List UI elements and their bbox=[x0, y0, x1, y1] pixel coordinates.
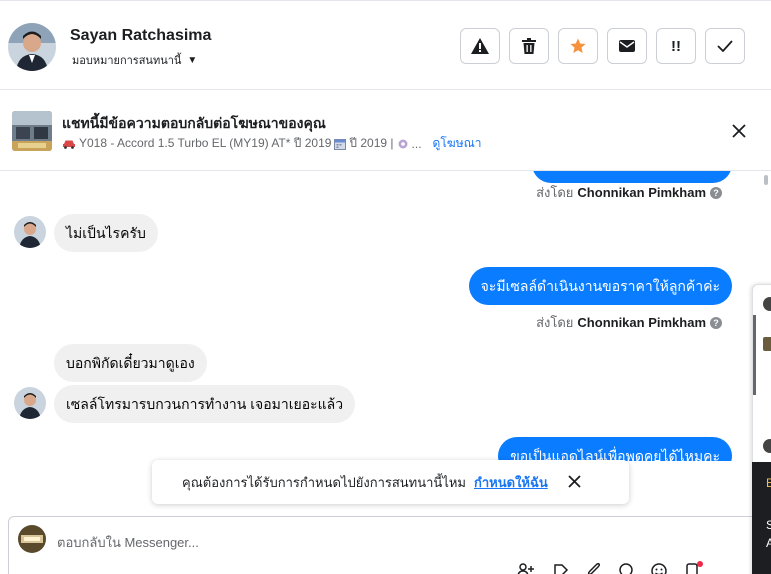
reply-composer[interactable]: ตอบกลับใน Messenger... bbox=[8, 516, 768, 574]
sent-by-label: ส่งโดย Chonnikan Pimkham ? bbox=[536, 312, 722, 333]
incoming-message[interactable]: ไม่เป็นไรครับ bbox=[54, 214, 158, 252]
info-icon[interactable]: ? bbox=[710, 316, 722, 329]
attachment-icon[interactable] bbox=[587, 562, 601, 574]
ad-listing-details: Y018 - Accord 1.5 Turbo EL (MY19) AT* ปี… bbox=[62, 134, 481, 153]
close-banner-button[interactable] bbox=[732, 121, 746, 144]
check-icon bbox=[717, 40, 733, 52]
sent-by-label: ส่งโดย Chonnikan Pimkham ? bbox=[536, 182, 722, 203]
car-icon bbox=[63, 140, 75, 149]
important-icon: !! bbox=[671, 37, 681, 55]
page-avatar bbox=[18, 525, 46, 553]
mark-unread-button[interactable] bbox=[607, 28, 647, 64]
side-letter: S bbox=[766, 518, 771, 532]
agent-name: Chonnikan Pimkham bbox=[577, 315, 706, 330]
dismiss-toast-button[interactable] bbox=[568, 472, 581, 493]
side-panel-footer: E S A bbox=[752, 462, 771, 574]
ad-ellipsis: ... bbox=[411, 136, 422, 151]
close-icon bbox=[732, 124, 746, 138]
outgoing-message[interactable]: จะมีเซลล์ดำเนินงานขอราคาให้ลูกค้าค่ะ bbox=[468, 267, 732, 305]
view-ad-link[interactable]: ดูโฆษณา bbox=[433, 134, 482, 153]
star-icon bbox=[570, 38, 586, 53]
customer-avatar-small bbox=[14, 387, 46, 419]
side-avatar bbox=[763, 439, 771, 453]
follow-up-button[interactable]: !! bbox=[656, 28, 696, 64]
emoji-icon[interactable] bbox=[651, 563, 667, 574]
side-letter: A bbox=[766, 536, 771, 550]
customer-avatar[interactable] bbox=[8, 23, 56, 71]
side-letter: E bbox=[766, 476, 771, 490]
star-button[interactable] bbox=[558, 28, 598, 64]
add-person-icon[interactable] bbox=[517, 563, 535, 574]
payment-icon[interactable] bbox=[685, 561, 703, 574]
incoming-message[interactable]: เซลล์โทรมารบกวนการทำงาน เจอมาเยอะแล้ว bbox=[54, 385, 356, 423]
ad-thumbnail[interactable] bbox=[12, 111, 52, 151]
composer-toolbar bbox=[517, 561, 703, 574]
conversation-actions: !! bbox=[460, 28, 745, 64]
side-avatar bbox=[763, 297, 771, 311]
side-scrollbar[interactable] bbox=[753, 315, 756, 395]
customer-name[interactable]: Sayan Ratchasima bbox=[70, 27, 211, 45]
trash-icon bbox=[522, 38, 536, 54]
chevron-down-icon: ▼ bbox=[187, 54, 198, 66]
message-thread[interactable]: ส่งโดย Chonnikan Pimkham ? ไม่เป็นไรครับ… bbox=[0, 171, 760, 461]
ad-reply-banner: แชทนี้มีข้อความตอบกลับต่อโฆษณาของคุณ Y01… bbox=[0, 91, 771, 171]
assign-to-me-link[interactable]: กำหนดให้ฉัน bbox=[474, 472, 548, 493]
conversation-header: Sayan Ratchasima มอบหมายการสนทนานี้ ▼ !! bbox=[0, 0, 771, 90]
assign-prompt-text: คุณต้องการได้รับการกำหนดไปยังการสนทนานี้… bbox=[182, 474, 466, 490]
warning-icon bbox=[471, 38, 489, 54]
assign-conversation-dropdown[interactable]: มอบหมายการสนทนานี้ ▼ bbox=[72, 51, 197, 69]
tag-icon[interactable] bbox=[553, 563, 569, 574]
ad-listing-text: Y018 - Accord 1.5 Turbo EL (MY19) AT* ปี… bbox=[79, 136, 332, 150]
customer-avatar-small bbox=[14, 216, 46, 248]
ad-banner-title: แชทนี้มีข้อความตอบกลับต่อโฆษณาของคุณ bbox=[62, 115, 326, 131]
close-icon bbox=[568, 474, 581, 488]
agent-name: Chonnikan Pimkham bbox=[577, 185, 706, 200]
chat-scrollbar[interactable] bbox=[764, 175, 768, 185]
info-icon[interactable]: ? bbox=[710, 186, 722, 199]
assign-prompt-toast: คุณต้องการได้รับการกำหนดไปยังการสนทนานี้… bbox=[152, 460, 629, 504]
delete-button[interactable] bbox=[509, 28, 549, 64]
mark-done-button[interactable] bbox=[705, 28, 745, 64]
inbox-conversation-view: Sayan Ratchasima มอบหมายการสนทนานี้ ▼ !! bbox=[0, 0, 771, 574]
envelope-icon bbox=[619, 40, 635, 52]
reply-input[interactable]: ตอบกลับใน Messenger... bbox=[57, 532, 199, 553]
gear-icon bbox=[398, 139, 408, 148]
report-button[interactable] bbox=[460, 28, 500, 64]
calendar-icon bbox=[334, 138, 347, 150]
side-avatar bbox=[763, 337, 771, 351]
saved-reply-icon[interactable] bbox=[619, 563, 633, 574]
assign-label: มอบหมายการสนทนานี้ bbox=[72, 55, 182, 67]
ad-year-text: ปี 2019 | bbox=[349, 136, 394, 150]
outgoing-message[interactable]: ขอเป็นแอดไลน์เพื่อพูดคุยได้ไหมคะ bbox=[498, 437, 732, 461]
incoming-message[interactable]: บอกพิกัดเดี๋ยวมาดูเอง bbox=[54, 344, 207, 382]
